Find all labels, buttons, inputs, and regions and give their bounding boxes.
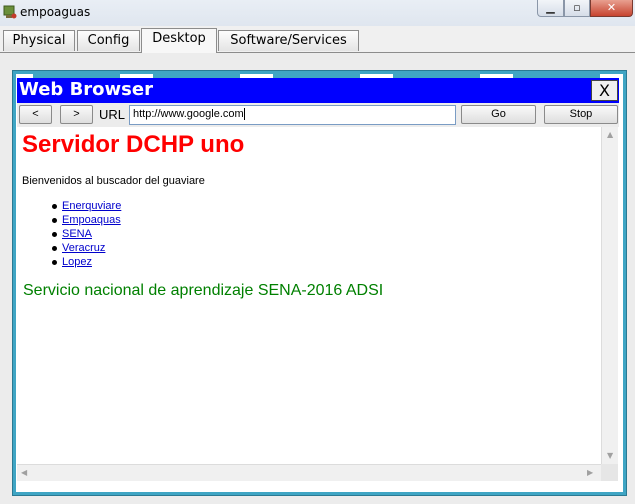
scroll-up-icon[interactable]: ▲: [607, 130, 613, 139]
close-window-button[interactable]: ✕: [590, 0, 633, 17]
link-empoaquas[interactable]: Empoaquas: [62, 214, 121, 226]
tab-physical[interactable]: Physical: [3, 30, 75, 51]
go-button[interactable]: Go: [461, 105, 536, 124]
page-content: Servidor DCHP uno Bienvenidos al buscado…: [17, 127, 601, 464]
link-veracruz[interactable]: Veracruz: [62, 242, 105, 254]
horizontal-scrollbar[interactable]: ◀ ▶: [17, 464, 601, 481]
list-item: Veracruz: [52, 241, 121, 255]
link-sena[interactable]: SENA: [62, 228, 92, 240]
scroll-right-icon[interactable]: ▶: [587, 468, 593, 477]
list-item: SENA: [52, 227, 121, 241]
window-title: empoaguas: [20, 5, 91, 19]
tab-software-services[interactable]: Software/Services: [218, 30, 359, 51]
minimize-button[interactable]: ▁: [537, 0, 564, 17]
stop-button[interactable]: Stop: [544, 105, 618, 124]
bullet-icon: [52, 245, 57, 251]
link-lopez[interactable]: Lopez: [62, 256, 92, 268]
scrollbar-corner: [601, 464, 618, 481]
link-enerquviare[interactable]: Enerquviare: [62, 200, 121, 212]
app-icon: [3, 5, 17, 19]
url-value: http://www.google.com: [133, 108, 244, 120]
list-item: Lopez: [52, 255, 121, 269]
window-titlebar: empoaguas ▁ ▫ ✕: [0, 0, 635, 26]
tab-desktop[interactable]: Desktop: [141, 28, 217, 53]
tab-config[interactable]: Config: [77, 30, 140, 51]
maximize-button[interactable]: ▫: [564, 0, 590, 17]
forward-button[interactable]: >: [60, 105, 93, 124]
page-intro: Bienvenidos al buscador del guaviare: [22, 175, 205, 187]
scroll-down-icon[interactable]: ▼: [607, 451, 613, 460]
tab-bar: Physical Config Desktop Software/Service…: [0, 28, 635, 53]
bullet-icon: [52, 217, 57, 223]
text-caret: [243, 108, 245, 121]
url-input[interactable]: http://www.google.com: [129, 105, 456, 125]
bullet-icon: [52, 231, 57, 237]
web-browser-titlebar: Web Browser X: [17, 78, 619, 103]
web-browser-title: Web Browser: [19, 79, 153, 100]
page-heading: Servidor DCHP uno: [22, 131, 245, 158]
scroll-left-icon[interactable]: ◀: [21, 468, 27, 477]
back-button[interactable]: <: [19, 105, 52, 124]
bullet-icon: [52, 259, 57, 265]
browser-toolbar: < > URL http://www.google.com Go Stop: [17, 103, 619, 127]
link-list: Enerquviare Empoaquas SENA Veracruz Lope…: [52, 199, 121, 269]
list-item: Enerquviare: [52, 199, 121, 213]
web-browser-close-button[interactable]: X: [591, 80, 618, 101]
page-footer-text: Servicio nacional de aprendizaje SENA-20…: [23, 282, 384, 299]
bullet-icon: [52, 203, 57, 209]
list-item: Empoaquas: [52, 213, 121, 227]
url-label: URL: [99, 107, 126, 122]
vertical-scrollbar[interactable]: ▲ ▼: [601, 127, 618, 464]
